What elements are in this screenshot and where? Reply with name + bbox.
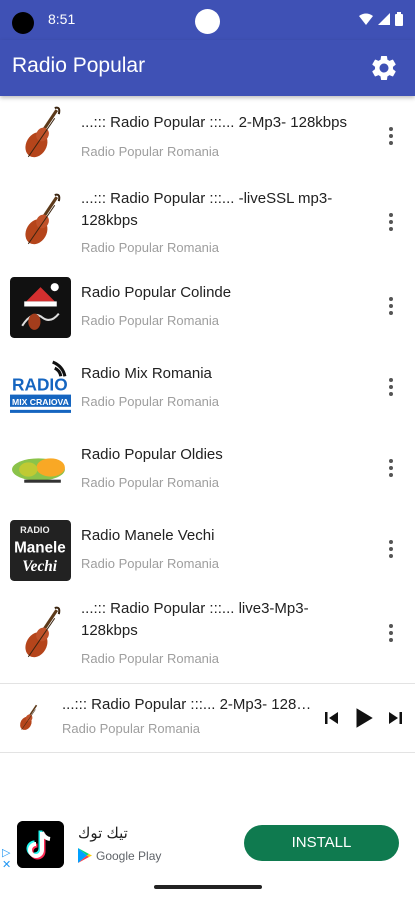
signal-icon [378,13,390,25]
station-list: ...::: Radio Popular :::... 2-Mp3- 128kb… [0,96,415,679]
more-options-icon[interactable] [381,294,401,320]
app-title: Radio Popular [12,54,146,77]
system-icons [359,12,403,26]
station-row[interactable]: RADIO MIX CRAIOVA Radio Mix Romania Radi… [0,350,415,431]
more-options-icon[interactable] [381,537,401,563]
station-title: Radio Popular Oldies [81,446,223,463]
status-time: 8:51 [48,11,76,27]
logo-text: Manele [14,540,66,557]
station-title: Radio Mix Romania [81,365,212,382]
violin-icon [25,193,61,245]
install-button[interactable]: INSTALL [244,825,399,861]
violin-icon [20,704,38,730]
station-subtitle: Radio Popular Romania [81,475,220,490]
camera-cutout [12,12,34,34]
more-options-icon[interactable] [381,621,401,647]
station-subtitle: Radio Popular Romania [81,144,220,159]
station-row[interactable]: Radio Popular Oldies Radio Popular Roman… [0,431,415,512]
violin-icon [25,106,61,158]
station-row[interactable]: ...::: Radio Popular :::... live3-Mp3-12… [0,592,415,679]
station-title: Radio Manele Vechi [81,527,215,544]
play-icon[interactable] [350,705,376,731]
station-title: ...::: Radio Popular :::... 2-Mp3- 128kb… [81,114,347,131]
logo-text: MIX CRAIOVA [12,397,69,407]
google-play-icon [78,848,92,863]
skip-next-icon[interactable] [383,706,407,730]
station-title: Radio Popular Colinde [81,284,232,301]
ad-store-name: Google Play [96,848,162,863]
radio-mix-craiova-logo-icon: RADIO MIX CRAIOVA [10,358,71,419]
violin-icon [25,606,61,658]
station-subtitle: Radio Popular Romania [81,240,220,255]
manele-vechi-logo-icon: RADIO Manele Vechi [10,520,71,581]
gesture-nav-bar[interactable] [154,885,262,889]
app-bar: Radio Popular [0,40,415,96]
station-row[interactable]: RADIO Manele Vechi Radio Manele Vechi Ra… [0,512,415,592]
skip-previous-icon[interactable] [320,706,344,730]
player-title: ...::: Radio Popular :::... 2-Mp3- 128kb… [62,696,316,713]
station-subtitle: Radio Popular Romania [81,313,220,328]
battery-icon [395,12,403,26]
logo-text: RADIO [12,375,68,395]
logo-text: RADIO [20,525,49,535]
ad-store-label: Google Play [78,848,161,863]
more-options-icon[interactable] [381,210,401,236]
ad-app-name: تيك توك [78,825,128,842]
station-row[interactable]: ...::: Radio Popular :::... -liveSSL mp3… [0,173,415,269]
colinde-logo-icon [10,277,71,338]
notification-dot [195,9,220,34]
station-row[interactable]: Radio Popular Colinde Radio Popular Roma… [0,269,415,350]
status-bar: 8:51 [0,0,415,40]
tiktok-logo-icon [17,821,64,868]
station-title: ...::: Radio Popular :::... -liveSSL mp3… [81,190,333,229]
mini-player[interactable]: ...::: Radio Popular :::... 2-Mp3- 128kb… [0,683,415,753]
station-subtitle: Radio Popular Romania [81,556,220,571]
adchoices-icon[interactable]: ▷ ✕ [2,847,11,871]
more-options-icon[interactable] [381,456,401,482]
oldies-logo-icon [10,439,71,500]
station-title: ...::: Radio Popular :::... live3-Mp3-12… [81,600,309,639]
wifi-icon [359,13,373,25]
logo-text: Vechi [22,558,58,575]
more-options-icon[interactable] [381,375,401,401]
station-subtitle: Radio Popular Romania [81,651,220,666]
ad-banner[interactable]: ▷ ✕ تيك توك Google Play INSTALL [0,815,415,875]
player-subtitle: Radio Popular Romania [62,721,201,736]
station-row[interactable]: ...::: Radio Popular :::... 2-Mp3- 128kb… [0,96,415,173]
station-subtitle: Radio Popular Romania [81,394,220,409]
more-options-icon[interactable] [381,124,401,150]
settings-gear-icon[interactable] [369,53,399,83]
